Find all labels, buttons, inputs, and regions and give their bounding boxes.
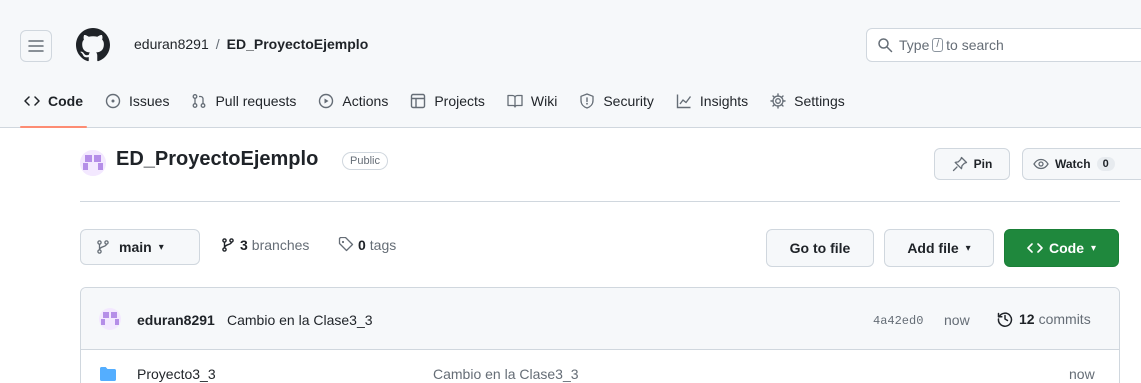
table-icon <box>411 93 426 109</box>
pull-request-icon <box>193 94 206 108</box>
watch-button[interactable]: Watch 0 <box>1022 148 1141 180</box>
branch-selector[interactable]: main ▾ <box>80 229 200 265</box>
code-button-label: Code <box>1048 240 1084 256</box>
branch-icon <box>97 240 109 254</box>
history-icon <box>997 312 1013 327</box>
eye-icon <box>1033 158 1049 170</box>
search-suffix: to search <box>946 37 1004 53</box>
latest-commit-bar: eduran8291 Cambio en la Clase3_3 4a42ed0… <box>81 288 1119 350</box>
tab-security[interactable]: Security <box>571 82 662 120</box>
tab-actions[interactable]: Actions <box>310 82 396 120</box>
commit-author-link[interactable]: eduran8291 <box>137 312 215 328</box>
issue-icon <box>105 93 121 109</box>
pin-icon <box>952 156 967 172</box>
owner-link[interactable]: eduran8291 <box>134 36 209 52</box>
tags-count: 0 <box>358 237 366 253</box>
breadcrumb-separator: / <box>215 36 220 52</box>
branch-name: main <box>119 239 152 255</box>
repo-header: eduran8291 / ED_ProyectoEjemplo Type / to … <box>0 0 1141 128</box>
gear-icon <box>770 93 786 109</box>
commit-time: now <box>944 312 970 328</box>
go-to-file-label: Go to file <box>789 240 851 256</box>
tab-insights[interactable]: Insights <box>668 82 756 120</box>
tag-icon <box>338 237 354 252</box>
graph-icon <box>676 94 691 109</box>
tab-projects[interactable]: Projects <box>402 82 493 120</box>
commits-history-link[interactable]: 12 commits <box>997 311 1091 327</box>
add-file-button[interactable]: Add file ▾ <box>884 229 994 267</box>
repo-nav-tabs: Code Issues Pull requests Actions Projec… <box>16 82 859 128</box>
play-icon <box>319 93 334 109</box>
tags-link[interactable]: 0 tags <box>338 237 396 253</box>
branch-icon <box>222 238 234 252</box>
pin-label: Pin <box>973 157 993 171</box>
title-divider <box>80 201 1120 202</box>
go-to-file-button[interactable]: Go to file <box>766 229 874 267</box>
tab-issues[interactable]: Issues <box>97 82 177 120</box>
hamburger-icon <box>28 40 44 52</box>
chevron-down-icon: ▾ <box>158 241 164 253</box>
branches-count: 3 <box>240 237 248 253</box>
tab-code[interactable]: Code <box>16 82 91 128</box>
pin-button[interactable]: Pin <box>934 148 1010 180</box>
file-listing: eduran8291 Cambio en la Clase3_3 4a42ed0… <box>80 287 1120 383</box>
search-prefix: Type <box>899 37 930 53</box>
commits-count: 12 <box>1019 311 1035 327</box>
tab-security-label: Security <box>603 93 654 109</box>
code-dropdown-button[interactable]: Code ▾ <box>1004 229 1119 267</box>
search-shortcut-key: / <box>932 38 944 52</box>
tab-wiki[interactable]: Wiki <box>499 82 565 120</box>
tab-insights-label: Insights <box>699 93 749 109</box>
search-icon <box>878 38 893 53</box>
tab-pull-requests-label: Pull requests <box>215 93 297 109</box>
file-commit-message-link[interactable]: Cambio en la Clase3_3 <box>433 366 579 382</box>
file-time: now <box>1069 366 1095 382</box>
file-name-link[interactable]: Proyecto3_3 <box>137 366 216 382</box>
code-icon <box>24 96 40 106</box>
tab-projects-label: Projects <box>434 93 485 109</box>
tab-issues-label: Issues <box>129 93 170 109</box>
chevron-down-icon: ▾ <box>1090 242 1097 254</box>
search-input[interactable]: Type / to search <box>866 28 1141 62</box>
chevron-down-icon: ▾ <box>965 242 971 254</box>
menu-button[interactable] <box>20 30 52 62</box>
repo-owner-avatar[interactable] <box>80 150 106 176</box>
add-file-label: Add file <box>907 240 959 256</box>
visibility-badge: Public <box>342 152 388 170</box>
code-icon <box>1027 243 1043 253</box>
watch-count: 0 <box>1096 157 1115 171</box>
tab-wiki-label: Wiki <box>530 93 558 109</box>
tab-settings[interactable]: Settings <box>762 82 853 120</box>
tags-label: tags <box>369 237 397 253</box>
shield-icon <box>580 93 594 109</box>
repo-title[interactable]: ED_ProyectoEjemplo <box>116 148 318 171</box>
book-icon <box>507 94 523 108</box>
tab-actions-label: Actions <box>342 93 389 109</box>
github-logo-icon[interactable] <box>76 28 110 62</box>
watch-label: Watch <box>1055 157 1091 171</box>
commit-sha-link[interactable]: 4a42ed0 <box>873 314 923 328</box>
repo-breadcrumb: eduran8291 / ED_ProyectoEjemplo <box>134 36 368 52</box>
commits-label: commits <box>1038 311 1091 327</box>
table-row[interactable]: Proyecto3_3 Cambio en la Clase3_3 now <box>81 350 1119 383</box>
commit-message-link[interactable]: Cambio en la Clase3_3 <box>227 312 373 328</box>
avatar[interactable] <box>99 308 121 330</box>
branches-label: branches <box>251 237 310 253</box>
tab-settings-label: Settings <box>794 93 845 109</box>
folder-icon <box>100 367 116 381</box>
branches-link[interactable]: 3 branches <box>220 237 309 253</box>
tab-pull-requests[interactable]: Pull requests <box>183 82 304 120</box>
tab-code-label: Code <box>48 93 83 109</box>
repo-name-link[interactable]: ED_ProyectoEjemplo <box>227 36 369 52</box>
